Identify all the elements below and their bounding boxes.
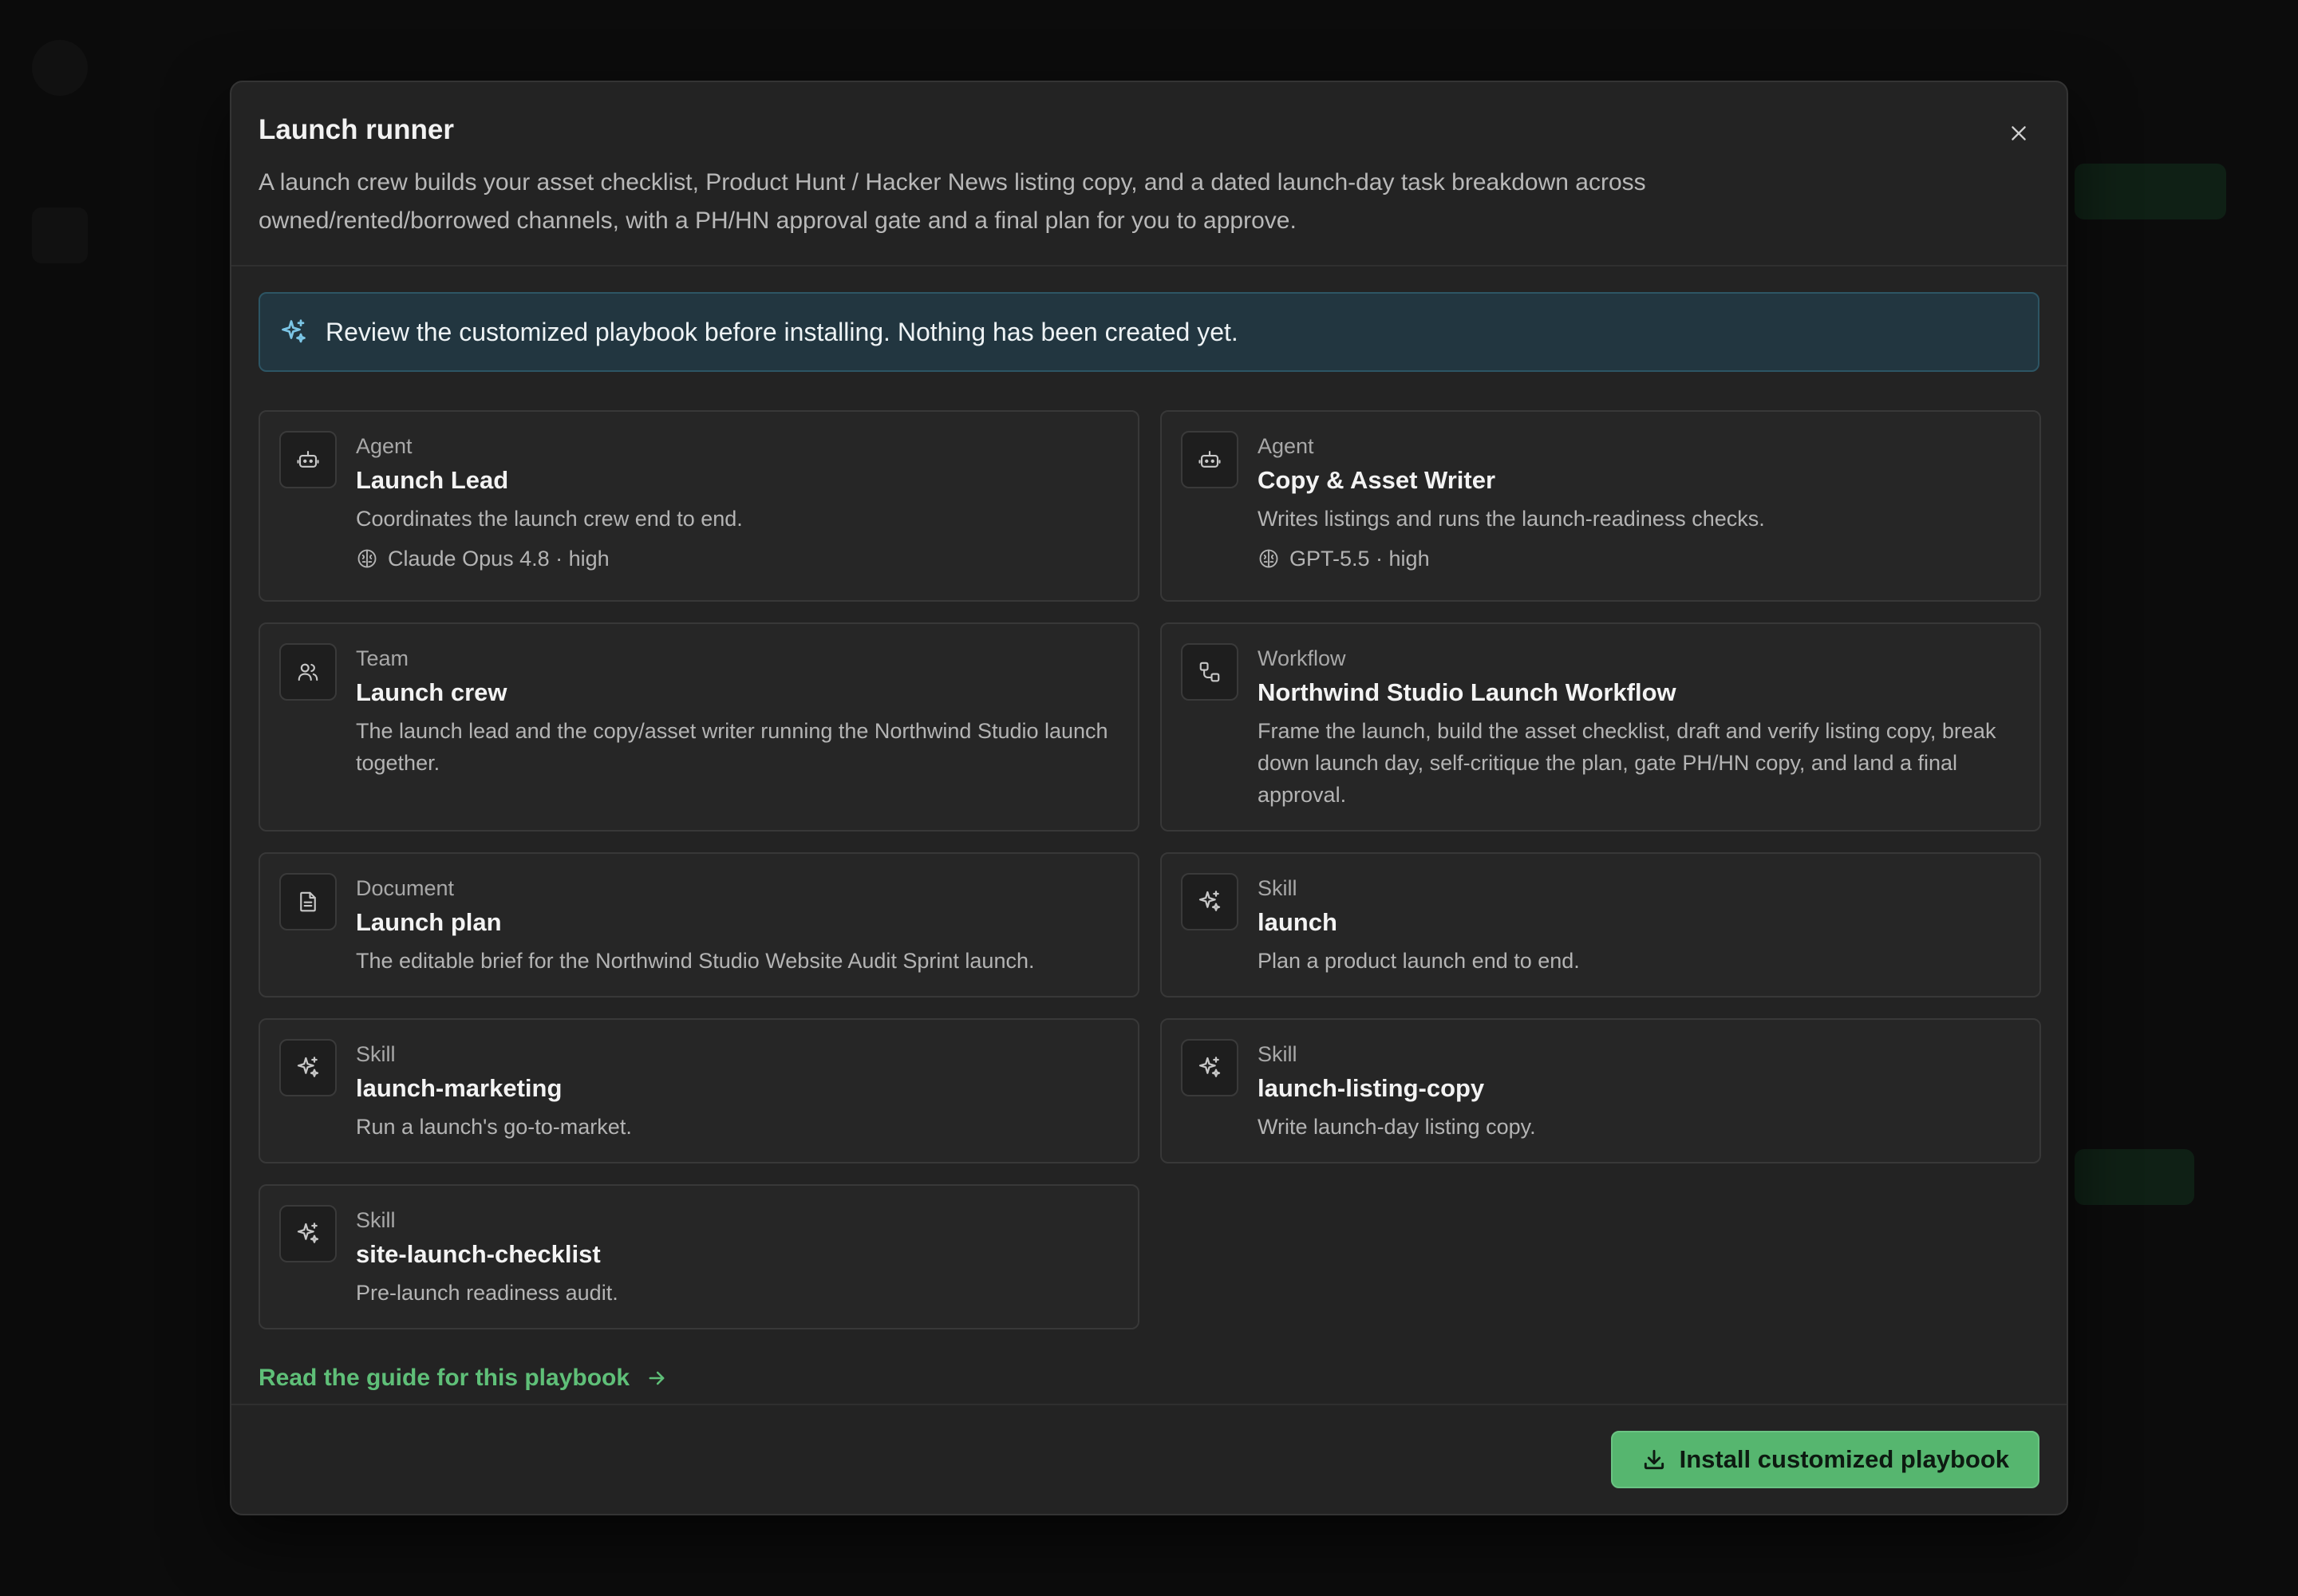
- model-label: Claude Opus 4.8 · high: [388, 547, 610, 571]
- brain-icon: [1259, 549, 1278, 568]
- item-type: Agent: [356, 434, 413, 458]
- item-model: GPT-5.5 · high: [1258, 543, 1765, 575]
- sparkles-icon: [1198, 1057, 1221, 1077]
- item-name: Copy & Asset Writer: [1258, 466, 1496, 494]
- item-description: Plan a product launch end to end.: [1258, 949, 1580, 973]
- close-icon: [2012, 126, 2026, 140]
- launch-runner-modal: Launch runner A launch crew builds your …: [230, 81, 2068, 1515]
- item-type: Skill: [1258, 1042, 1297, 1066]
- playbook-items-grid: Agent Launch Lead Coordinates the launch…: [259, 410, 2041, 1329]
- item-type: Skill: [1258, 876, 1297, 900]
- item-description: Coordinates the launch crew end to end.: [356, 507, 743, 531]
- item-name: Launch crew: [356, 678, 507, 706]
- users-icon: [298, 663, 318, 681]
- item-name: launch-listing-copy: [1258, 1074, 1485, 1102]
- model-label: GPT-5.5 · high: [1289, 547, 1430, 571]
- guide-link-label: Read the guide for this playbook: [259, 1365, 630, 1391]
- arrow-right-icon: [649, 1371, 665, 1385]
- item-type: Skill: [356, 1042, 396, 1066]
- item-name: site-launch-checklist: [356, 1240, 601, 1268]
- item-name: Northwind Studio Launch Workflow: [1258, 678, 1676, 706]
- sparkles-icon: [282, 319, 306, 343]
- item-description: The editable brief for the Northwind Stu…: [356, 949, 1035, 973]
- playbook-item-card[interactable]: Workflow Northwind Studio Launch Workflo…: [1160, 622, 2041, 832]
- item-type: Workflow: [1258, 646, 1346, 670]
- modal-description: A launch crew builds your asset checklis…: [259, 169, 1646, 234]
- item-type: Team: [356, 646, 409, 670]
- item-model: Claude Opus 4.8 · high: [356, 543, 743, 575]
- modal-title: Launch runner: [259, 114, 455, 145]
- robot-icon: [1198, 450, 1221, 468]
- close-button[interactable]: [2003, 117, 2035, 149]
- modal-header: Launch runner A launch crew builds your …: [231, 82, 2067, 267]
- sparkles-icon: [297, 1057, 319, 1077]
- brain-icon: [357, 549, 377, 568]
- item-description: Run a launch's go-to-market.: [356, 1115, 632, 1139]
- playbook-item-card[interactable]: Document Launch plan The editable brief …: [259, 852, 1139, 998]
- playbook-item-card[interactable]: Agent Copy & Asset Writer Writes listing…: [1160, 410, 2041, 602]
- item-type: Skill: [356, 1208, 396, 1232]
- playbook-item-card[interactable]: Team Launch crew The launch lead and the…: [259, 622, 1139, 832]
- robot-icon: [297, 450, 319, 468]
- item-description: Writes listings and runs the launch-read…: [1258, 507, 1765, 531]
- item-name: Launch plan: [356, 908, 502, 936]
- playbook-item-card[interactable]: Skill site-launch-checklist Pre-launch r…: [259, 1184, 1139, 1329]
- modal-footer: Install customized playbook: [231, 1404, 2067, 1514]
- install-button-label: Install customized playbook: [1679, 1445, 2009, 1473]
- read-guide-link[interactable]: Read the guide for this playbook: [259, 1365, 668, 1392]
- notice-text: Review the customized playbook before in…: [326, 317, 1238, 346]
- item-description: Frame the launch, build the asset checkl…: [1258, 719, 1996, 807]
- item-description: Write launch-day listing copy.: [1258, 1115, 1536, 1139]
- sparkles-icon: [1198, 891, 1221, 911]
- install-playbook-button[interactable]: Install customized playbook: [1610, 1431, 2039, 1488]
- item-name: launch-marketing: [356, 1074, 563, 1102]
- item-name: launch: [1258, 908, 1337, 936]
- item-type: Document: [356, 876, 455, 900]
- item-name: Launch Lead: [356, 466, 509, 494]
- item-type: Agent: [1258, 434, 1314, 458]
- review-notice: Review the customized playbook before in…: [259, 292, 2039, 372]
- playbook-item-card[interactable]: Skill launch-marketing Run a launch's go…: [259, 1018, 1139, 1163]
- playbook-item-card[interactable]: Skill launch-listing-copy Write launch-d…: [1160, 1018, 2041, 1163]
- workflow-icon: [1199, 662, 1220, 682]
- playbook-item-card[interactable]: Agent Launch Lead Coordinates the launch…: [259, 410, 1139, 602]
- document-icon: [300, 891, 316, 912]
- sparkles-icon: [297, 1223, 319, 1243]
- download-icon: [1644, 1449, 1664, 1470]
- modal-body: Review the customized playbook before in…: [231, 267, 2067, 1392]
- playbook-item-card[interactable]: Skill launch Plan a product launch end t…: [1160, 852, 2041, 998]
- item-description: The launch lead and the copy/asset write…: [356, 719, 1108, 775]
- item-description: Pre-launch readiness audit.: [356, 1281, 618, 1305]
